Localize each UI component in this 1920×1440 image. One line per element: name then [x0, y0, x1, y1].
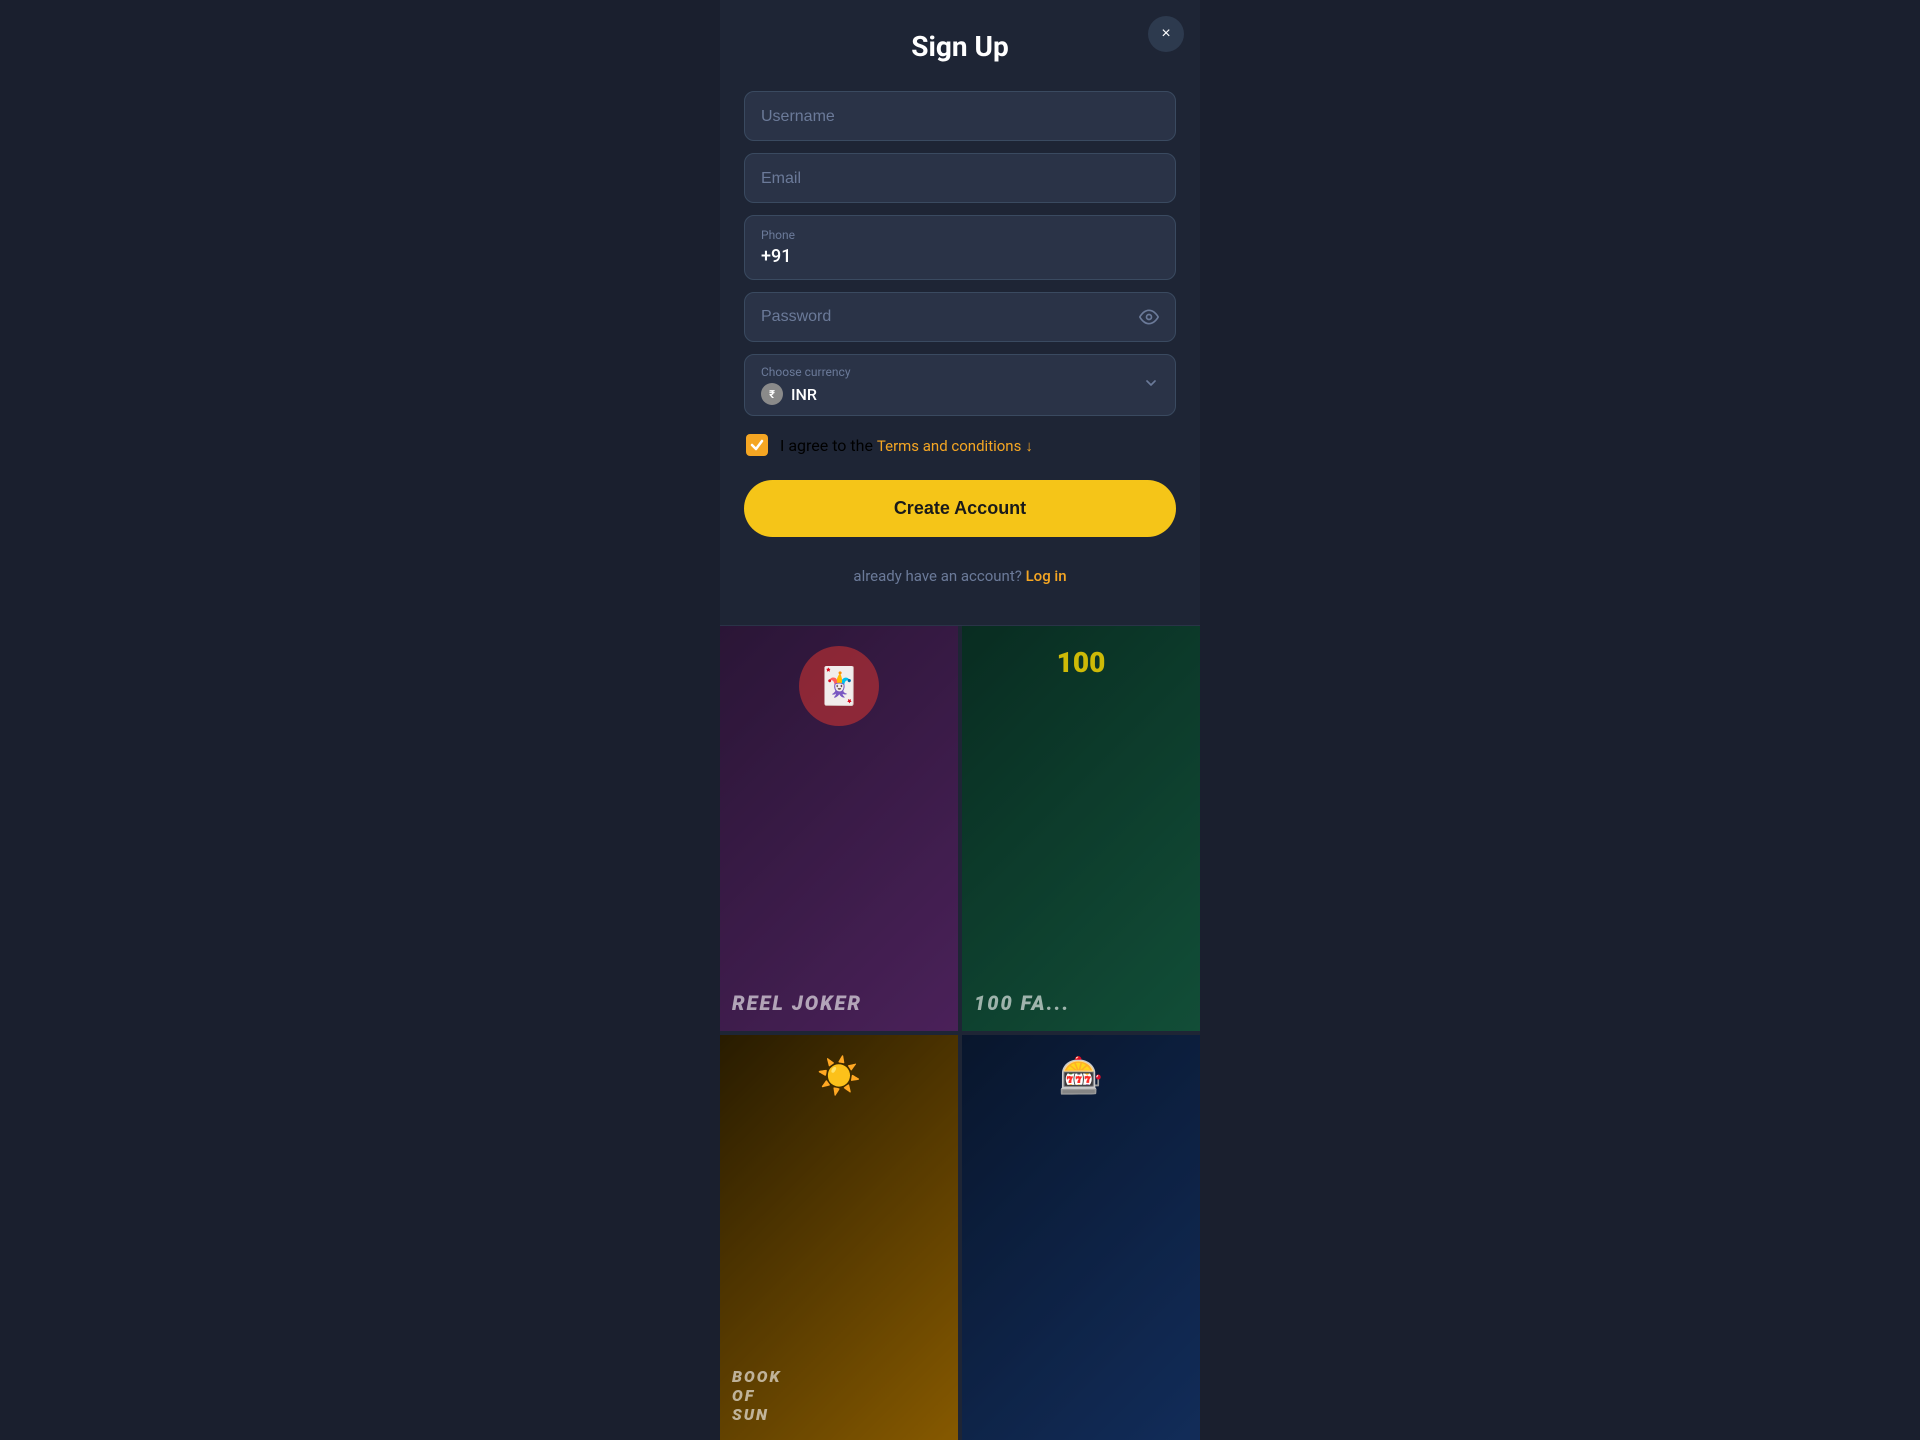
close-button[interactable]: × [1148, 16, 1184, 52]
terms-checkbox[interactable] [746, 434, 768, 456]
download-icon: ↓ [1025, 437, 1033, 455]
currency-icon: ₹ [761, 383, 783, 405]
login-link[interactable]: Log in [1026, 567, 1067, 585]
phone-value: +91 [761, 246, 1159, 267]
game-card-book-of-sun[interactable]: ☀️ BOOKOFSUN [720, 1035, 958, 1440]
currency-label: Choose currency [761, 365, 851, 379]
terms-prefix: I agree to the [780, 436, 877, 455]
game-card-reel-joker[interactable]: 🃏 REEL JOKER [720, 626, 958, 1031]
username-input[interactable] [761, 108, 1159, 126]
game-card-title-2: 100 FA... [974, 991, 1188, 1015]
game-sun-icon: ☀️ [817, 1055, 862, 1097]
email-field[interactable] [744, 153, 1176, 203]
modal-overlay: × Sign Up Phone +91 [720, 0, 1200, 1440]
create-account-button[interactable]: Create Account [744, 480, 1176, 537]
modal-panel: × Sign Up Phone +91 [720, 0, 1200, 625]
currency-name: INR [791, 385, 817, 404]
close-icon: × [1161, 25, 1170, 43]
email-input[interactable] [761, 170, 1159, 188]
game-4-icon: 🎰 [1059, 1055, 1104, 1097]
terms-text: I agree to the Terms and conditions↓ [780, 436, 1033, 455]
login-link-text: Log in [1026, 567, 1067, 585]
currency-value-row: ₹ INR [761, 383, 851, 405]
game-card-4[interactable]: 🎰 [962, 1035, 1200, 1440]
currency-dropdown[interactable]: Choose currency ₹ INR [744, 354, 1176, 416]
game-card-100fa[interactable]: 100 100 FA... [962, 626, 1200, 1031]
game-100-label: 100 [1057, 646, 1106, 679]
phone-label: Phone [761, 228, 1159, 242]
game-card-title: REEL JOKER [732, 991, 946, 1015]
password-field[interactable] [744, 292, 1176, 342]
game-character: 🃏 [799, 646, 879, 726]
password-input[interactable] [761, 308, 1139, 326]
username-field[interactable] [744, 91, 1176, 141]
currency-field-left: Choose currency ₹ INR [761, 365, 851, 405]
terms-link[interactable]: Terms and conditions [877, 437, 1021, 455]
login-row: already have an account? Log in [744, 567, 1176, 585]
chevron-down-icon [1143, 375, 1159, 395]
modal-title: Sign Up [744, 30, 1176, 63]
login-prompt-text: already have an account? [853, 567, 1021, 585]
phone-field[interactable]: Phone +91 [744, 215, 1176, 280]
eye-icon[interactable] [1139, 307, 1159, 327]
game-card-title-3: BOOKOFSUN [732, 1367, 946, 1424]
page-wrapper: × Sign Up Phone +91 [0, 0, 1920, 1440]
game-card-overlay-2 [962, 626, 1200, 1031]
terms-row: I agree to the Terms and conditions↓ [744, 434, 1176, 456]
games-section: 🃏 REEL JOKER 100 100 FA... ☀️ BOOKOFSUN … [720, 626, 1200, 1440]
